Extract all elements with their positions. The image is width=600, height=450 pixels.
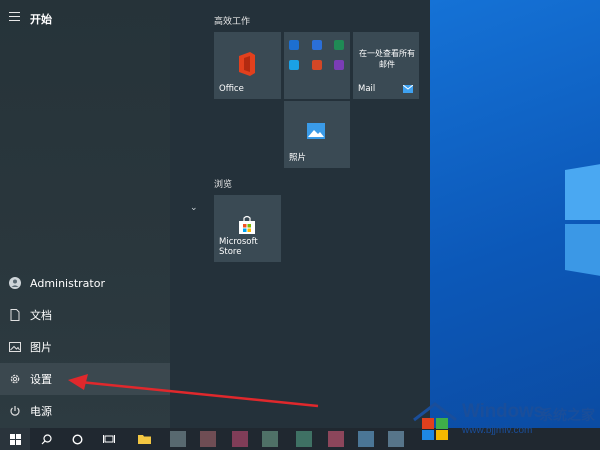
- taskbar-app-icon[interactable]: [170, 431, 186, 447]
- tile-photos[interactable]: 照片: [284, 101, 350, 168]
- tile-mail-label: Mail: [358, 84, 376, 94]
- windows-start-icon: [9, 433, 21, 445]
- onenote-mini-icon: [334, 60, 344, 70]
- group-label-browse: 浏览: [214, 180, 233, 190]
- powerpoint-mini-icon: [312, 60, 322, 70]
- start-button[interactable]: [0, 428, 30, 450]
- office-icon: [239, 52, 255, 76]
- taskbar-app-icon[interactable]: [328, 431, 344, 447]
- tile-office[interactable]: Office: [214, 32, 281, 99]
- rail-pictures[interactable]: 图片: [0, 331, 170, 363]
- mail-icon: [403, 85, 413, 93]
- power-icon: [0, 405, 30, 417]
- document-icon: [0, 309, 30, 321]
- file-explorer-button[interactable]: [131, 428, 157, 450]
- collapse-chevron-icon[interactable]: ⌄: [190, 203, 198, 213]
- skype-mini-icon: [289, 60, 299, 70]
- red-annotation-arrow: [68, 374, 319, 408]
- picture-icon: [0, 342, 30, 352]
- rail-power-label: 电源: [30, 405, 52, 418]
- watermark-url: www.bjjmlv.com: [462, 425, 533, 436]
- site-watermark: Windows 系统之家 www.bjjmlv.com: [402, 398, 600, 442]
- taskbar-app-icon[interactable]: [296, 431, 312, 447]
- search-icon: [41, 433, 52, 444]
- watermark-title-cn: 系统之家: [539, 408, 595, 424]
- rail-documents[interactable]: 文档: [0, 299, 170, 331]
- rail-pictures-label: 图片: [30, 341, 52, 354]
- tile-microsoft-store[interactable]: Microsoft Store: [214, 195, 281, 262]
- start-title: 开始: [30, 13, 52, 26]
- tile-office-apps-folder[interactable]: [284, 32, 350, 99]
- tile-mail-description: 在一处查看所有邮件: [359, 49, 415, 69]
- tile-photos-label: 照片: [289, 153, 307, 163]
- word-mini-icon: [312, 40, 322, 50]
- taskbar-app-icon[interactable]: [358, 431, 374, 447]
- tile-office-label: Office: [219, 84, 244, 94]
- store-bag-icon: [239, 215, 255, 234]
- rail-settings-label: 设置: [30, 373, 52, 386]
- user-icon: [0, 277, 30, 289]
- tile-store-label: Microsoft Store: [219, 237, 258, 257]
- hamburger-menu-icon[interactable]: [9, 12, 20, 21]
- rail-user-label: Administrator: [30, 276, 105, 290]
- desktop-background: [430, 0, 600, 450]
- cortana-icon: [71, 433, 83, 445]
- task-view-icon: [103, 435, 115, 443]
- search-button[interactable]: [33, 428, 59, 450]
- excel-mini-icon: [334, 40, 344, 50]
- folder-icon: [137, 435, 151, 444]
- watermark-title: Windows: [462, 401, 544, 422]
- start-rail: 开始 Administrator 文档 图片 设置 电源: [0, 0, 170, 428]
- group-label-productivity: 高效工作: [214, 17, 251, 27]
- rail-documents-label: 文档: [30, 309, 52, 322]
- gear-icon: [0, 373, 30, 385]
- taskbar-app-icon[interactable]: [200, 431, 216, 447]
- watermark-logo-icon: [413, 402, 457, 440]
- windows-logo-graphic: [565, 164, 600, 276]
- taskbar-app-icon[interactable]: [262, 431, 278, 447]
- task-view-button[interactable]: [96, 428, 122, 450]
- tile-mail[interactable]: 在一处查看所有邮件 Mail: [353, 32, 419, 99]
- taskbar-app-icon[interactable]: [232, 431, 248, 447]
- rail-user[interactable]: Administrator: [0, 267, 170, 299]
- start-menu: 开始 Administrator 文档 图片 设置 电源 高效工作 浏览 ⌄ O…: [0, 0, 430, 428]
- outlook-mini-icon: [289, 40, 299, 50]
- cortana-button[interactable]: [64, 428, 90, 450]
- photos-icon: [307, 123, 325, 139]
